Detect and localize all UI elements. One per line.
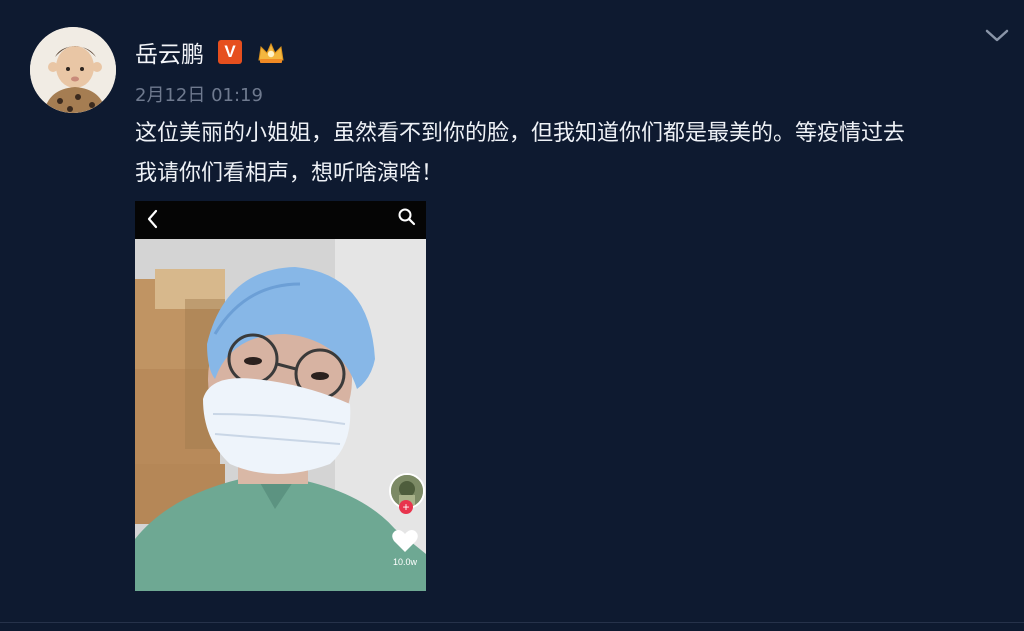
crown-icon[interactable] [256,40,286,64]
video-thumbnail[interactable]: + 10.0w [135,201,426,591]
chevron-down-icon[interactable] [982,26,1012,46]
search-icon[interactable] [397,207,417,231]
weibo-post: 岳云鹏 V 2月12日 01:19 这位美丽的小姐姐，虽然看不到你的脸，但我知道… [0,0,1024,631]
follow-plus-icon[interactable]: + [399,500,413,514]
divider [0,622,1024,623]
video-top-bar [135,201,426,239]
video-frame [135,239,426,591]
heart-icon[interactable] [391,528,419,558]
post-timestamp[interactable]: 2月12日 01:19 [135,81,263,107]
post-content: 这位美丽的小姐姐，虽然看不到你的脸，但我知道你们都是最美的。等疫情过去 我请你们… [135,121,906,186]
back-arrow-icon[interactable] [145,207,161,235]
verified-badge-icon[interactable]: V [218,40,242,64]
like-count: 10.0w [392,557,418,567]
author-row: 岳云鹏 V [135,35,286,69]
author-avatar[interactable] [30,27,116,113]
author-name[interactable]: 岳云鹏 [135,35,204,69]
